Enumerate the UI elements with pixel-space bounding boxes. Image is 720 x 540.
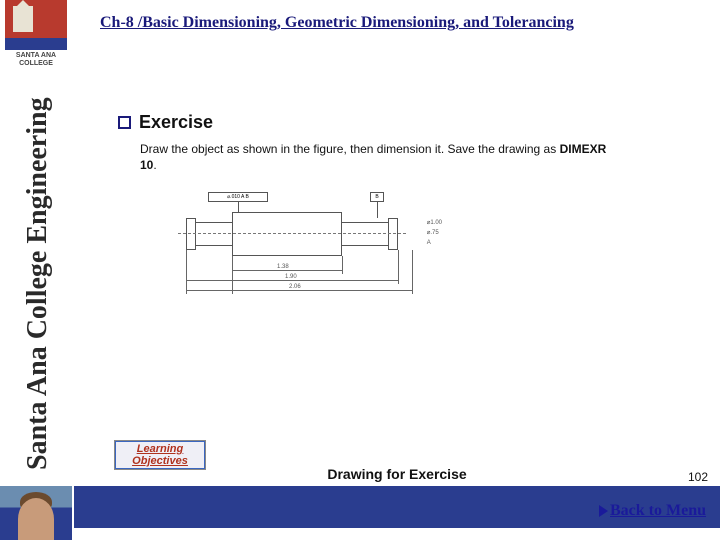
learning-objectives-label: Learning Objectives [115,443,205,467]
dimension-overall-1: 1.90 [284,274,298,280]
footer-caption: Drawing for Exercise [74,466,720,482]
dimension-mid: 1.38 [276,264,290,270]
instructor-photo [0,486,72,540]
diameter-1: ⌀1.00 [427,218,442,228]
diameter-2: ⌀.75 [427,228,442,238]
arrow-right-icon [599,505,608,517]
back-to-menu-label: Back to Menu [610,502,706,520]
exercise-section: Exercise Draw the object as shown in the… [118,112,620,173]
logo-text: SANTA ANA COLLEGE [5,52,67,68]
exercise-heading: Exercise [139,112,213,133]
page-number: 102 [688,470,708,484]
back-to-menu-link[interactable]: Back to Menu [599,502,706,520]
exercise-body: Draw the object as shown in the figure, … [140,141,620,173]
exercise-body-suffix: . [153,158,156,172]
college-logo: SANTA ANA COLLEGE [5,0,67,68]
dimension-overall-2: 2.06 [288,284,302,290]
vertical-title: Santa Ana College Engineering [22,97,54,470]
datum-a-label: A [427,238,442,248]
left-sidebar: SANTA ANA COLLEGE Santa Ana College Engi… [0,0,72,540]
datum-b-label: B [370,192,384,202]
exercise-figure: ⌀.010 A B B 1.38 1.90 2.06 ⌀1.00 ⌀.75 A [172,178,412,298]
page-title: Ch-8 /Basic Dimensioning, Geometric Dime… [100,14,574,32]
footer-bar: Drawing for Exercise 102 Back to Menu [74,486,720,528]
checkbox-bullet-icon [118,116,131,129]
diameter-callouts: ⌀1.00 ⌀.75 A [427,218,442,248]
gdt-feature-control-frame: ⌀.010 A B [208,192,268,202]
exercise-body-prefix: Draw the object as shown in the figure, … [140,142,560,156]
